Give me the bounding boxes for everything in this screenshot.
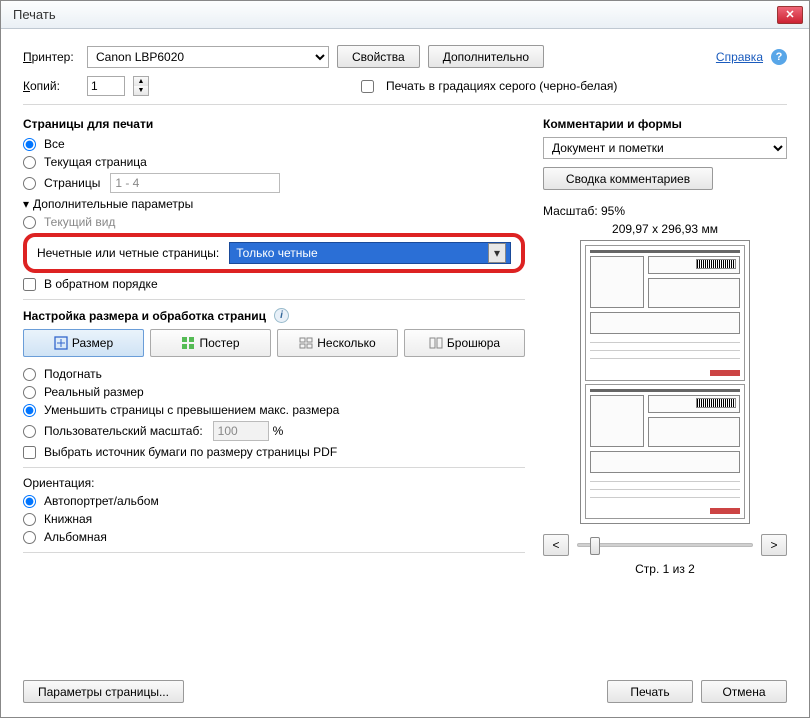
shrink-label: Уменьшить страницы с превышением макс. р…: [44, 403, 339, 417]
pages-range-radio[interactable]: [23, 177, 36, 190]
page-setup-button[interactable]: Параметры страницы...: [23, 680, 184, 703]
summarize-comments-button[interactable]: Сводка комментариев: [543, 167, 713, 190]
tab-booklet[interactable]: Брошюра: [404, 329, 525, 357]
preview-zoom-slider[interactable]: [577, 543, 753, 547]
orient-portrait-radio[interactable]: [23, 513, 36, 526]
scale-label: Масштаб: 95%: [543, 204, 787, 218]
pages-all-label: Все: [44, 137, 65, 151]
dimensions-label: 209,97 x 296,93 мм: [543, 222, 787, 236]
print-preview: [580, 240, 750, 524]
sizing-section-title: Настройка размера и обработка страниц: [23, 309, 266, 323]
preview-prev-button[interactable]: <: [543, 534, 569, 556]
print-button[interactable]: Печать: [607, 680, 693, 703]
preview-next-button[interactable]: >: [761, 534, 787, 556]
orient-auto-label: Автопортрет/альбом: [44, 494, 159, 508]
cancel-button[interactable]: Отмена: [701, 680, 787, 703]
printer-label: Принтер:: [23, 50, 79, 64]
slider-thumb[interactable]: [590, 537, 600, 555]
help-icon[interactable]: ?: [771, 49, 787, 65]
poster-icon: [181, 336, 195, 350]
orientation-title: Ориентация:: [23, 476, 525, 490]
spinner-down-icon[interactable]: ▼: [134, 86, 148, 95]
preview-page-2: [585, 384, 745, 520]
info-icon[interactable]: i: [274, 308, 289, 323]
custom-scale-input[interactable]: [213, 421, 269, 441]
printer-select[interactable]: Canon LBP6020: [87, 46, 329, 68]
advanced-button[interactable]: Дополнительно: [428, 45, 544, 68]
copies-input[interactable]: [87, 76, 125, 96]
percent-label: %: [273, 424, 284, 438]
pages-range-label: Страницы: [44, 176, 100, 190]
pages-current-radio[interactable]: [23, 156, 36, 169]
tab-multiple[interactable]: Несколько: [277, 329, 398, 357]
grayscale-checkbox[interactable]: [361, 80, 374, 93]
current-view-label: Текущий вид: [44, 215, 115, 229]
properties-button[interactable]: Свойства: [337, 45, 420, 68]
booklet-icon: [429, 336, 443, 350]
orient-landscape-radio[interactable]: [23, 531, 36, 544]
preview-page-1: [585, 245, 745, 381]
pages-current-label: Текущая страница: [44, 155, 147, 169]
copies-spinner[interactable]: ▲▼: [133, 76, 149, 96]
print-dialog: Печать ✕ Принтер: Canon LBP6020 Свойства…: [0, 0, 810, 718]
comments-section-title: Комментарии и формы: [543, 117, 787, 131]
orient-landscape-label: Альбомная: [44, 530, 107, 544]
help-link[interactable]: Справка: [716, 50, 763, 64]
more-params-toggle[interactable]: ▾ Дополнительные параметры: [23, 197, 525, 211]
copies-label: Копий:: [23, 79, 79, 93]
comments-select[interactable]: Документ и пометки: [543, 137, 787, 159]
actual-label: Реальный размер: [44, 385, 144, 399]
multiple-icon: [299, 336, 313, 350]
spinner-up-icon[interactable]: ▲: [134, 77, 148, 86]
shrink-radio[interactable]: [23, 404, 36, 417]
custom-scale-label: Пользовательский масштаб:: [44, 424, 203, 438]
pages-range-input[interactable]: [110, 173, 280, 193]
choose-source-label: Выбрать источник бумаги по размеру стран…: [44, 445, 337, 459]
fit-label: Подогнать: [44, 367, 102, 381]
size-icon: [54, 336, 68, 350]
reverse-label: В обратном порядке: [44, 277, 158, 291]
tab-poster[interactable]: Постер: [150, 329, 271, 357]
choose-source-checkbox[interactable]: [23, 446, 36, 459]
odd-even-label: Нечетные или четные страницы:: [37, 246, 219, 260]
pages-all-radio[interactable]: [23, 138, 36, 151]
window-title: Печать: [7, 7, 777, 22]
titlebar: Печать ✕: [1, 1, 809, 29]
actual-radio[interactable]: [23, 386, 36, 399]
orient-portrait-label: Книжная: [44, 512, 92, 526]
page-info-label: Стр. 1 из 2: [543, 562, 787, 576]
grayscale-label: Печать в градациях серого (черно-белая): [386, 79, 617, 93]
current-view-radio[interactable]: [23, 216, 36, 229]
odd-even-highlight: Нечетные или четные страницы: Только чет…: [23, 233, 525, 273]
odd-even-select[interactable]: Только четные: [229, 242, 511, 264]
orient-auto-radio[interactable]: [23, 495, 36, 508]
close-button[interactable]: ✕: [777, 6, 803, 24]
fit-radio[interactable]: [23, 368, 36, 381]
custom-scale-radio[interactable]: [23, 425, 36, 438]
pages-section-title: Страницы для печати: [23, 117, 525, 131]
reverse-checkbox[interactable]: [23, 278, 36, 291]
tab-size[interactable]: Размер: [23, 329, 144, 357]
